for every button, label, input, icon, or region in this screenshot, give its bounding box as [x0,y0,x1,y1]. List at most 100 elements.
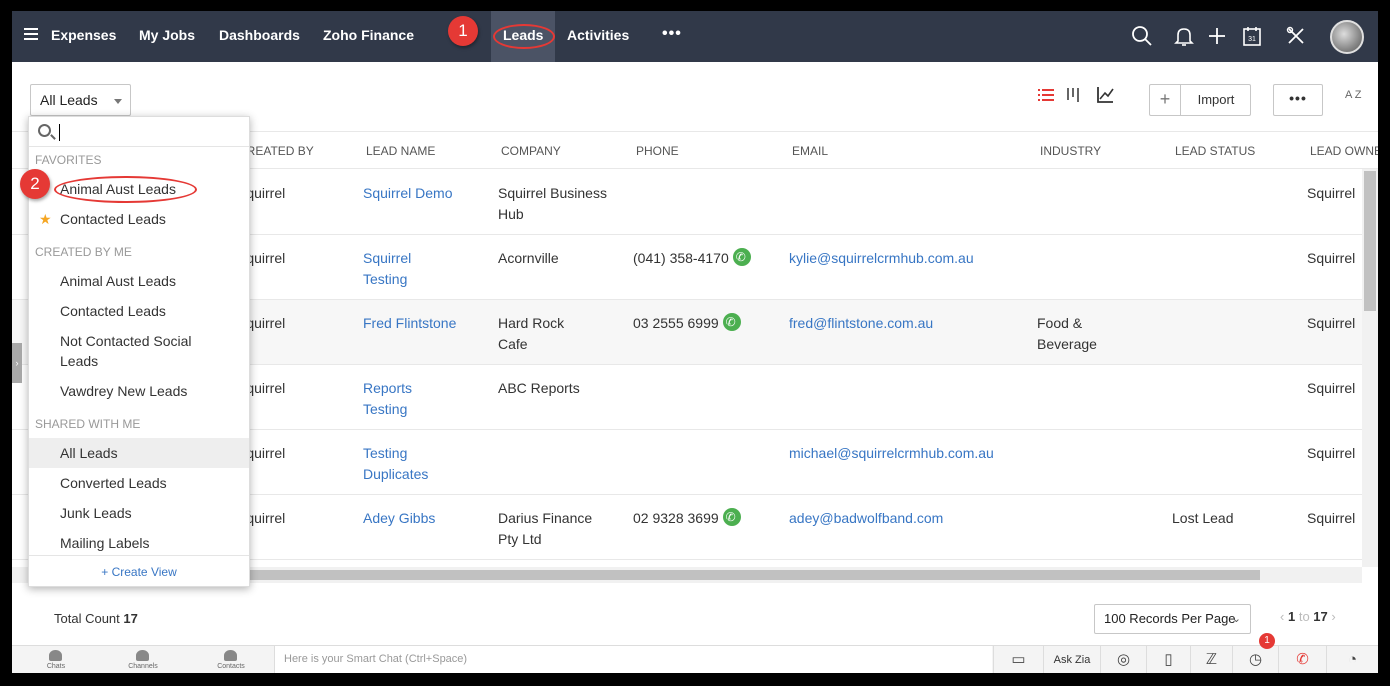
annotation-badge-1: 1 [448,16,478,46]
bell-icon[interactable] [1173,25,1195,47]
cell-lead-name[interactable]: Fred Flintstone [363,313,473,334]
vertical-scrollbar[interactable] [1362,169,1378,567]
import-button[interactable]: + Import [1149,84,1251,116]
search-icon [38,124,51,137]
nav-zoho-finance[interactable]: Zoho Finance [323,11,414,62]
import-label: Import [1197,92,1235,107]
view-contacted-leads[interactable]: Contacted Leads [29,301,249,321]
alarm-icon[interactable]: ◷ [1232,646,1278,673]
chat-icon [49,650,62,661]
crm-window: Expenses My Jobs Dashboards Zoho Finance… [12,11,1378,673]
more-actions-button[interactable]: ••• [1273,84,1323,116]
zia-icon[interactable]: ℤ [1190,646,1232,673]
cell-lead-owner: Squirrel [1307,510,1356,526]
ask-zia-button[interactable]: Ask Zia [1043,646,1100,673]
nav-my-jobs[interactable]: My Jobs [139,11,195,62]
chart-view-icon[interactable] [1095,85,1115,105]
scroll-thumb[interactable] [1364,171,1376,311]
plus-icon[interactable] [1206,25,1228,47]
create-view-link[interactable]: + Create View [29,555,249,587]
records-per-page-label: 100 Records Per Page [1104,611,1236,626]
text-cursor [59,124,60,141]
total-count-label: Total Count [54,611,120,626]
gamepad-icon[interactable]: ◎ [1100,646,1146,673]
nav-activities[interactable]: Activities [567,11,629,62]
view-search-input[interactable] [29,117,249,147]
view-mailing-labels[interactable]: Mailing Labels [29,533,249,553]
view-favorite-contacted-leads[interactable]: ★ Contacted Leads [29,209,249,229]
list-view-icon[interactable] [1036,85,1056,105]
cell-email[interactable]: adey@badwolfband.com [789,508,943,529]
phone-number: (041) 358-4170 [633,250,729,266]
phone-icon[interactable]: ✆ [1278,646,1326,673]
alarm-count-badge: 1 [1259,633,1275,649]
section-created-by-me: CREATED BY ME [35,245,132,259]
contacts-tab[interactable]: Contacts [187,646,275,673]
kanban-view-icon[interactable] [1064,85,1084,105]
tools-icon[interactable] [1285,25,1307,47]
view-animal-aust-leads[interactable]: Animal Aust Leads [29,271,249,291]
view-converted-leads[interactable]: Converted Leads [29,473,249,493]
col-industry[interactable]: INDUSTRY [1040,144,1101,158]
page-to: 17 [1313,609,1328,624]
page-from: 1 [1287,609,1296,624]
cell-company: Squirrel Business Hub [498,185,607,222]
channels-tab[interactable]: Channels [99,646,187,673]
phone-call-icon[interactable] [732,248,751,266]
next-page-icon[interactable]: › [1331,609,1335,624]
sort-az-icon[interactable]: A Z [1345,90,1362,101]
nav-more-icon[interactable]: ••• [662,25,682,43]
cell-lead-name[interactable]: Adey Gibbs [363,508,473,529]
col-phone[interactable]: PHONE [636,144,679,158]
smart-chat-bar: Chats Channels Contacts Here is your Sma… [12,645,1378,673]
view-vawdrey-new-leads[interactable]: Vawdrey New Leads [29,381,249,401]
cell-lead-name[interactable]: Testing Duplicates [363,443,443,485]
nav-expenses[interactable]: Expenses [51,11,116,62]
col-lead-owner[interactable]: LEAD OWNER [1310,144,1378,158]
search-icon[interactable] [1131,25,1153,47]
add-icon[interactable]: + [1150,85,1181,115]
cell-email[interactable]: michael@squirrelcrmhub.com.au [789,443,994,464]
side-panel-toggle-icon[interactable]: › [12,343,22,383]
phone-number: 02 9328 3699 [633,510,719,526]
annotation-badge-2: 2 [20,169,50,199]
chats-tab[interactable]: Chats [12,646,100,673]
view-junk-leads[interactable]: Junk Leads [29,503,249,523]
screen-share-icon[interactable]: ▭ [993,646,1043,673]
cell-lead-owner: Squirrel [1307,380,1356,396]
cell-lead-owner: Squirrel [1307,250,1356,266]
view-not-contacted-social-leads[interactable]: Not Contacted Social Leads [29,331,219,371]
history-icon[interactable]: ◔ [1326,646,1378,673]
phone-call-icon[interactable] [722,313,741,331]
view-all-leads[interactable]: All Leads [29,438,249,468]
star-icon[interactable]: ★ [39,209,52,229]
hamburger-menu-icon[interactable] [24,28,38,40]
calendar-icon[interactable]: 31 [1241,25,1263,47]
top-nav-bar: Expenses My Jobs Dashboards Zoho Finance… [12,11,1378,62]
col-lead-status[interactable]: LEAD STATUS [1175,144,1255,158]
smart-chat-input[interactable]: Here is your Smart Chat (Ctrl+Space) [274,646,992,673]
view-selector[interactable]: All Leads [30,84,131,116]
section-shared-with-me: SHARED WITH ME [35,417,141,431]
cell-email[interactable]: kylie@squirrelcrmhub.com.au [789,248,974,269]
user-avatar[interactable] [1330,20,1364,54]
cell-company: Hard Rock Cafe [498,315,565,352]
caret-down-icon [114,99,122,104]
phone-number: 03 2555 6999 [633,315,719,331]
col-company[interactable]: COMPANY [501,144,561,158]
pagination: ‹ 1 to 17 › [1280,609,1336,624]
cell-lead-name[interactable]: Squirrel Testing [363,248,443,290]
clipboard-icon[interactable]: ▯ [1146,646,1190,673]
chevron-down-icon: ⌄ [1231,613,1241,625]
cell-email[interactable]: fred@flintstone.com.au [789,313,933,334]
col-lead-name[interactable]: LEAD NAME [366,144,435,158]
cell-lead-name[interactable]: Reports Testing [363,378,433,420]
prev-page-icon[interactable]: ‹ [1280,609,1284,624]
cell-lead-name[interactable]: Squirrel Demo [363,183,473,204]
col-email[interactable]: EMAIL [792,144,828,158]
phone-call-icon[interactable] [722,508,741,526]
nav-dashboards[interactable]: Dashboards [219,11,300,62]
svg-text:31: 31 [1248,36,1256,43]
records-per-page-select[interactable]: 100 Records Per Page ⌄ [1094,604,1251,634]
scroll-thumb[interactable] [248,570,1260,580]
